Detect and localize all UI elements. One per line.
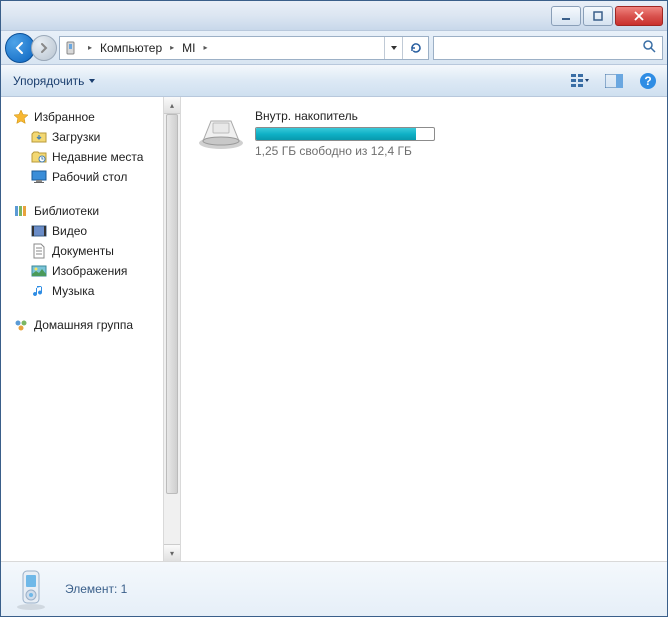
preview-pane-button[interactable]	[603, 70, 625, 92]
star-icon	[13, 109, 29, 125]
breadcrumb-segment[interactable]: Компьютер	[96, 37, 166, 59]
chevron-right-icon[interactable]: ▸	[166, 43, 178, 52]
storage-progress	[255, 127, 435, 141]
sidebar-item-pictures[interactable]: Изображения	[9, 261, 162, 281]
recent-icon	[31, 149, 47, 165]
sidebar-libraries-header[interactable]: Библиотеки	[9, 201, 162, 221]
navigation-bar: ▸ Компьютер ▸ MI ▸	[1, 31, 667, 65]
drive-icon	[197, 113, 245, 151]
window-titlebar	[1, 1, 667, 31]
minimize-button[interactable]	[551, 6, 581, 26]
sidebar-item-label: Рабочий стол	[52, 170, 127, 184]
breadcrumb-segment[interactable]: MI	[178, 37, 199, 59]
favorites-label: Избранное	[34, 110, 95, 124]
desktop-icon	[31, 169, 47, 185]
sidebar-item-label: Документы	[52, 244, 114, 258]
pictures-icon	[31, 263, 47, 279]
storage-progress-fill	[256, 128, 416, 140]
homegroup-label: Домашняя группа	[34, 318, 133, 332]
sidebar-item-label: Изображения	[52, 264, 127, 278]
chevron-right-icon[interactable]: ▸	[199, 43, 211, 52]
storage-subtext: 1,25 ГБ свободно из 12,4 ГБ	[255, 144, 435, 158]
libraries-label: Библиотеки	[34, 204, 99, 218]
sidebar-item-label: Загрузки	[52, 130, 100, 144]
device-icon	[60, 37, 84, 59]
sidebar-scrollbar[interactable]: ▴ ▾	[163, 97, 180, 561]
view-options-button[interactable]	[569, 70, 591, 92]
details-text: Элемент: 1	[65, 582, 127, 596]
search-icon	[636, 39, 662, 56]
sidebar-item-video[interactable]: Видео	[9, 221, 162, 241]
organize-menu[interactable]: Упорядочить	[9, 72, 100, 90]
main-area: Избранное Загрузки Недавние места Рабочи…	[1, 97, 667, 561]
refresh-button[interactable]	[402, 37, 428, 59]
toolbar: Упорядочить ?	[1, 65, 667, 97]
sidebar-item-label: Недавние места	[52, 150, 143, 164]
storage-item[interactable]: Внутр. накопитель 1,25 ГБ свободно из 12…	[197, 109, 651, 158]
sidebar-item-label: Музыка	[52, 284, 94, 298]
documents-icon	[31, 243, 47, 259]
sidebar-favorites-header[interactable]: Избранное	[9, 107, 162, 127]
chevron-down-icon	[88, 77, 96, 85]
search-input[interactable]	[433, 36, 663, 60]
device-large-icon	[11, 567, 51, 611]
homegroup-icon	[13, 317, 29, 333]
sidebar-item-downloads[interactable]: Загрузки	[9, 127, 162, 147]
chevron-right-icon[interactable]: ▸	[84, 43, 96, 52]
close-button[interactable]	[615, 6, 663, 26]
maximize-button[interactable]	[583, 6, 613, 26]
svg-text:?: ?	[644, 74, 651, 88]
downloads-icon	[31, 129, 47, 145]
organize-label: Упорядочить	[13, 74, 84, 88]
sidebar-item-documents[interactable]: Документы	[9, 241, 162, 261]
sidebar-item-label: Видео	[52, 224, 87, 238]
help-button[interactable]: ?	[637, 70, 659, 92]
storage-name: Внутр. накопитель	[255, 109, 435, 123]
navigation-sidebar: Избранное Загрузки Недавние места Рабочи…	[1, 97, 181, 561]
details-pane: Элемент: 1	[1, 561, 667, 616]
scroll-down-button[interactable]: ▾	[164, 544, 180, 561]
sidebar-item-music[interactable]: Музыка	[9, 281, 162, 301]
address-bar[interactable]: ▸ Компьютер ▸ MI ▸	[59, 36, 429, 60]
scroll-up-button[interactable]: ▴	[164, 97, 180, 114]
sidebar-homegroup-header[interactable]: Домашняя группа	[9, 315, 162, 335]
sidebar-item-desktop[interactable]: Рабочий стол	[9, 167, 162, 187]
video-icon	[31, 223, 47, 239]
forward-button[interactable]	[31, 35, 57, 61]
sidebar-item-recent[interactable]: Недавние места	[9, 147, 162, 167]
scroll-thumb[interactable]	[166, 114, 178, 494]
content-pane[interactable]: Внутр. накопитель 1,25 ГБ свободно из 12…	[181, 97, 667, 561]
libraries-icon	[13, 203, 29, 219]
music-icon	[31, 283, 47, 299]
address-dropdown[interactable]	[384, 37, 402, 59]
